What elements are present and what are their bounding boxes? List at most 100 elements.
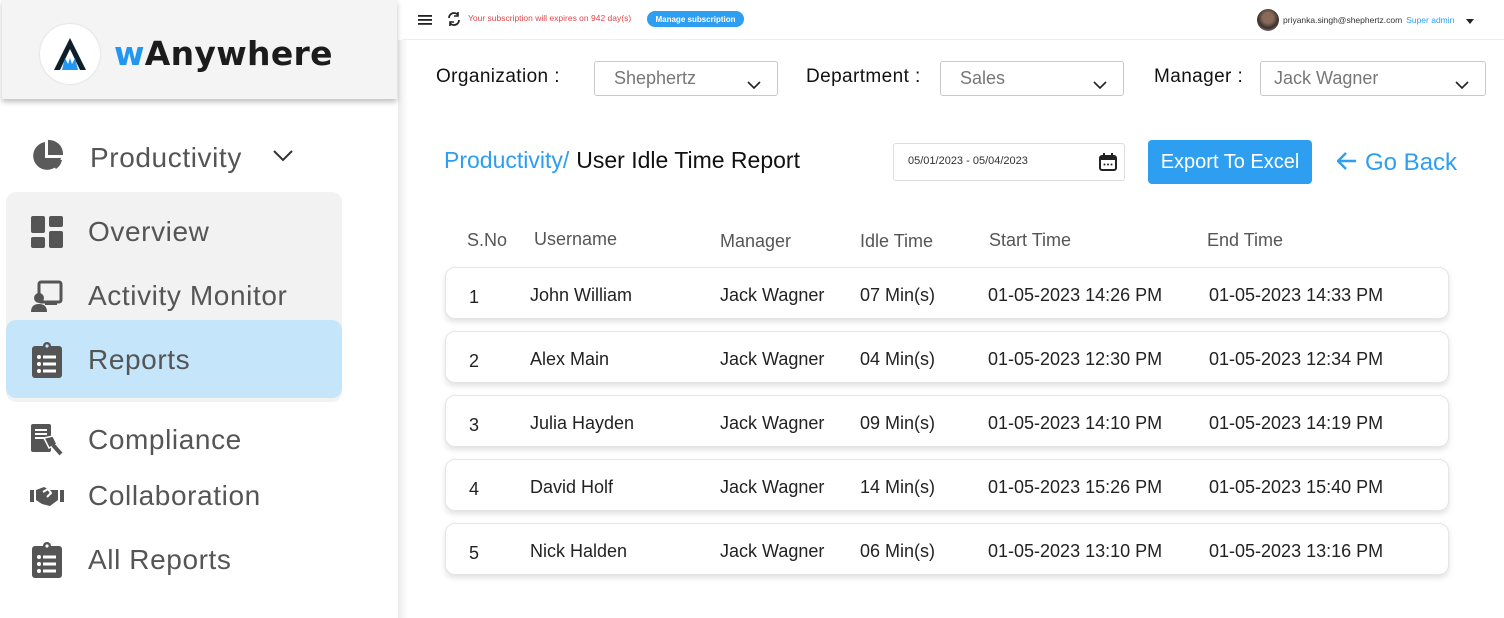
sidebar-item-activity-monitor[interactable]: Activity Monitor	[30, 276, 287, 316]
cell-start-time: 01-05-2023 13:10 PM	[988, 541, 1163, 561]
pie-chart-icon	[30, 139, 64, 178]
sidebar: wAnywhere Productivity Overview Activity…	[0, 0, 398, 618]
department-value: Sales	[960, 68, 1006, 88]
cell-idle-time: 04 Min(s)	[860, 349, 936, 369]
cell-end-time: 01-05-2023 14:19 PM	[1209, 413, 1384, 433]
date-range-picker[interactable]: 05/01/2023 - 05/04/2023	[893, 143, 1125, 181]
go-back-label: Go Back	[1365, 149, 1458, 176]
chevron-down-icon	[1455, 74, 1469, 95]
sidebar-item-label: Activity Monitor	[88, 280, 288, 311]
cell-username: Alex Main	[530, 349, 610, 369]
table-row[interactable]: 5 Nick Halden Jack Wagner 06 Min(s) 01-0…	[445, 523, 1449, 575]
chevron-down-icon[interactable]	[272, 149, 294, 168]
cell-username: David Holf	[530, 477, 614, 497]
cell-end-time: 01-05-2023 13:16 PM	[1209, 541, 1384, 561]
cell-sno: 3	[469, 415, 480, 435]
column-header-end-time: End Time	[1207, 230, 1284, 250]
clipboard-list-icon	[30, 342, 64, 378]
manager-select[interactable]: Jack Wagner	[1260, 61, 1486, 96]
table-row[interactable]: 3 Julia Hayden Jack Wagner 09 Min(s) 01-…	[445, 395, 1449, 447]
sidebar-item-label: All Reports	[88, 544, 232, 575]
app: wAnywhere Productivity Overview Activity…	[0, 0, 1504, 618]
cell-idle-time: 14 Min(s)	[860, 477, 936, 497]
cell-username: John William	[530, 285, 633, 305]
cell-end-time: 01-05-2023 15:40 PM	[1209, 477, 1384, 497]
sidebar-item-label: Overview	[88, 216, 210, 247]
sidebar-item-compliance[interactable]: Compliance	[30, 420, 242, 460]
cell-username: Nick Halden	[530, 541, 628, 561]
export-to-excel-button[interactable]: Export To Excel	[1148, 140, 1312, 184]
sidebar-item-label: Reports	[88, 344, 191, 375]
refresh-icon[interactable]	[446, 11, 462, 32]
sidebar-item-overview[interactable]: Overview	[30, 212, 210, 252]
compliance-icon	[30, 423, 64, 457]
sidebar-item-collaboration[interactable]: Collaboration	[30, 476, 261, 516]
activity-monitor-icon	[30, 279, 64, 313]
calendar-icon[interactable]	[1098, 152, 1118, 177]
table-row[interactable]: 1 John William Jack Wagner 07 Min(s) 01-…	[445, 267, 1449, 319]
manager-value: Jack Wagner	[1274, 68, 1379, 88]
cell-idle-time: 07 Min(s)	[860, 285, 936, 305]
sidebar-section-label: Productivity	[90, 142, 242, 173]
user-role: Super admin	[1406, 15, 1455, 25]
clipboard-list-icon	[30, 542, 64, 578]
topbar: Your subscription will expires on 942 da…	[402, 0, 1504, 40]
column-header-username: Username	[534, 229, 618, 249]
breadcrumb: Productivity/ User Idle Time Report	[444, 147, 800, 174]
handshake-icon	[30, 479, 64, 513]
cell-manager: Jack Wagner	[720, 285, 825, 305]
brand-logo-icon	[40, 24, 100, 84]
cell-end-time: 01-05-2023 12:34 PM	[1209, 349, 1384, 369]
manage-subscription-button[interactable]: Manage subscription	[647, 11, 744, 27]
cell-end-time: 01-05-2023 14:33 PM	[1209, 285, 1384, 305]
brand-name: wAnywhere	[114, 34, 333, 73]
table-row[interactable]: 2 Alex Main Jack Wagner 04 Min(s) 01-05-…	[445, 331, 1449, 383]
cell-manager: Jack Wagner	[720, 413, 825, 433]
user-menu[interactable]: priyanka.singh@shephertz.com Super admin	[1257, 9, 1475, 31]
subscription-notice: Your subscription will expires on 942 da…	[468, 13, 632, 23]
column-header-start-time: Start Time	[989, 230, 1072, 250]
sidebar-item-label: Collaboration	[88, 480, 261, 511]
cell-sno: 4	[469, 479, 480, 499]
go-back-link[interactable]: Go Back	[1336, 149, 1458, 177]
breadcrumb-productivity-link[interactable]: Productivity/	[444, 147, 569, 174]
sidebar-item-reports[interactable]: Reports	[30, 340, 190, 380]
arrow-left-icon	[1336, 149, 1357, 177]
department-label: Department :	[806, 66, 921, 87]
page-title: User Idle Time Report	[576, 147, 800, 173]
department-select[interactable]: Sales	[940, 61, 1124, 96]
sidebar-item-all-reports[interactable]: All Reports	[30, 540, 232, 580]
cell-start-time: 01-05-2023 14:26 PM	[988, 285, 1163, 305]
dashboard-icon	[30, 215, 64, 249]
cell-manager: Jack Wagner	[720, 541, 825, 561]
cell-username: Julia Hayden	[530, 413, 635, 433]
cell-manager: Jack Wagner	[720, 349, 825, 369]
organization-select[interactable]: Shephertz	[594, 61, 778, 96]
cell-start-time: 01-05-2023 12:30 PM	[988, 349, 1163, 369]
manager-label: Manager :	[1154, 66, 1244, 87]
sidebar-divider	[398, 40, 408, 618]
organization-label: Organization :	[436, 66, 560, 87]
cell-sno: 1	[469, 287, 480, 307]
column-header-idle-time: Idle Time	[860, 231, 934, 251]
user-email: priyanka.singh@shephertz.com	[1283, 15, 1403, 25]
avatar	[1257, 9, 1279, 31]
cell-sno: 2	[469, 351, 480, 371]
cell-sno: 5	[469, 543, 480, 563]
date-range-value: 05/01/2023 - 05/04/2023	[908, 155, 1028, 167]
chevron-down-icon	[1093, 74, 1107, 95]
table-row[interactable]: 4 David Holf Jack Wagner 14 Min(s) 01-05…	[445, 459, 1449, 511]
cell-manager: Jack Wagner	[720, 477, 825, 497]
cell-idle-time: 09 Min(s)	[860, 413, 936, 433]
caret-down-icon[interactable]	[1466, 11, 1475, 29]
cell-start-time: 01-05-2023 15:26 PM	[988, 477, 1163, 497]
cell-start-time: 01-05-2023 14:10 PM	[988, 413, 1163, 433]
brand-header: wAnywhere	[2, 0, 397, 99]
cell-idle-time: 06 Min(s)	[860, 541, 936, 561]
organization-value: Shephertz	[614, 68, 697, 88]
column-header-manager: Manager	[720, 231, 792, 251]
column-header-sno: S.No	[467, 230, 508, 250]
chevron-down-icon	[747, 74, 761, 95]
sidebar-section-productivity[interactable]: Productivity	[30, 139, 294, 178]
hamburger-menu-icon[interactable]	[418, 13, 432, 31]
